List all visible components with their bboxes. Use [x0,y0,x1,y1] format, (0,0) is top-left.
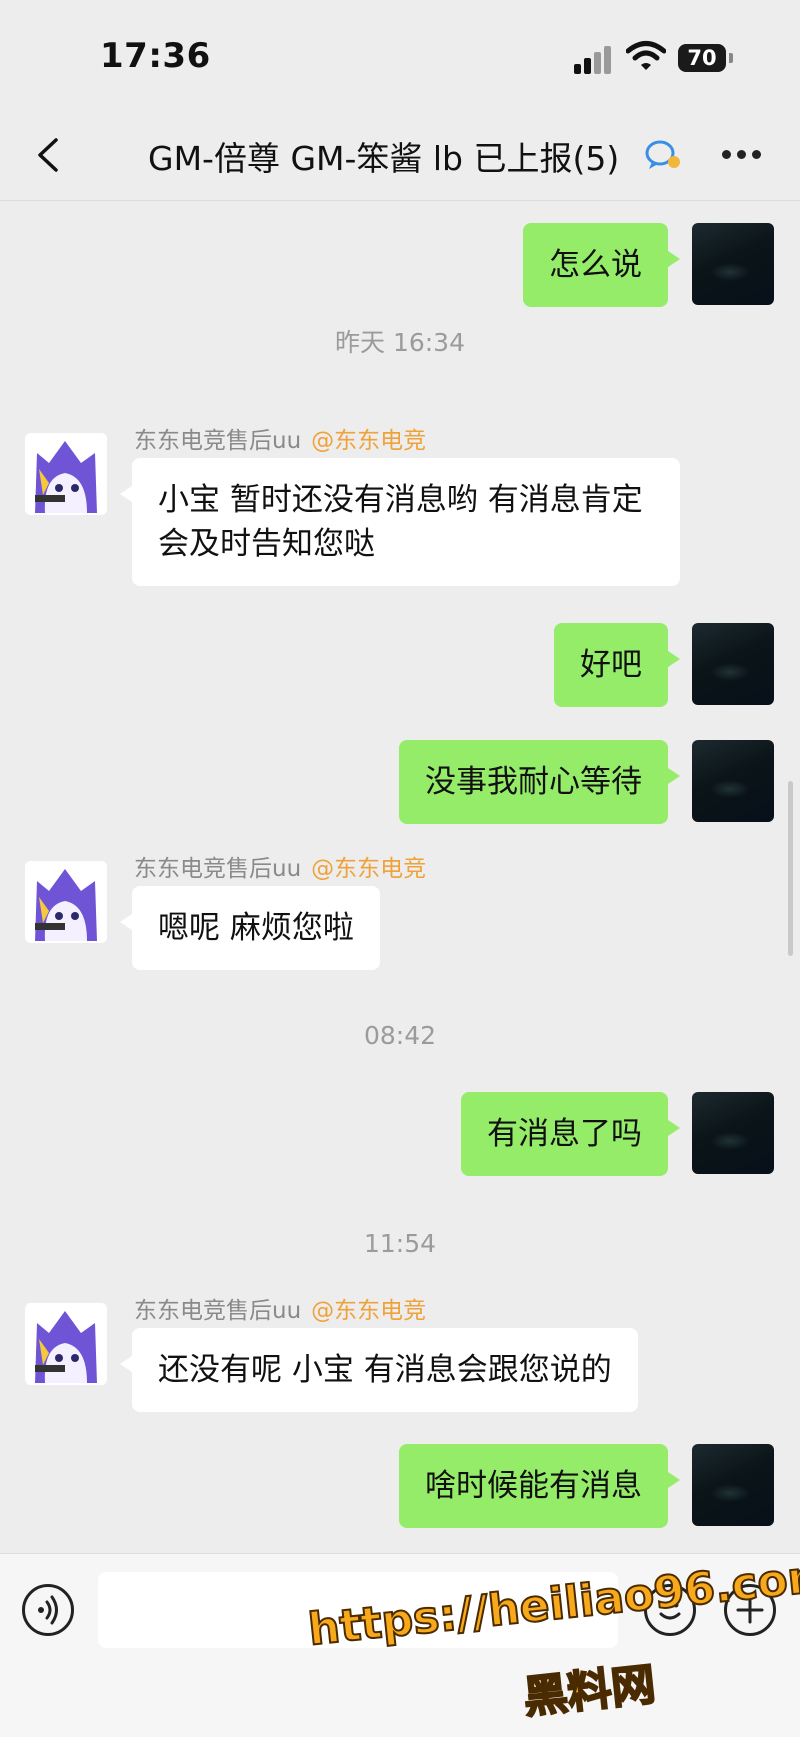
sender-avatar[interactable] [25,433,107,515]
timestamp: 08:42 [363,1021,437,1050]
wifi-icon [626,41,666,70]
sender-name: 东东电竞售后uu [134,1298,302,1324]
sender-name: 东东电竞售后uu [134,428,302,454]
message-bubble-other[interactable]: 嗯呢 麻烦您啦 [120,886,380,970]
sender-avatar[interactable] [25,861,107,943]
sender-name-line: 东东电竞售后uu @东东电竞 [134,849,426,883]
cat-hood-avatar-icon [25,433,107,515]
sender-tag: @东东电竞 [311,856,427,882]
sender-tag: @东东电竞 [311,428,427,454]
scrollbar[interactable] [788,781,793,956]
battery-tip [729,53,733,63]
message-row: 好吧 [0,623,800,707]
timestamp: 11:54 [363,1229,437,1258]
my-avatar[interactable] [692,223,774,305]
my-avatar[interactable] [692,740,774,822]
message-bubble-self[interactable]: 好吧 [554,623,680,707]
message-row: 东东电竞售后uu @东东电竞 嗯呢 麻烦您啦 [0,849,800,970]
cat-hood-avatar-icon [25,861,107,943]
message-row: 东东电竞售后uu @东东电竞 还没有呢 小宝 有消息会跟您说的 [0,1291,800,1412]
sender-avatar[interactable] [25,1303,107,1385]
message-row: 有消息了吗 [0,1092,800,1176]
message-bubble-self[interactable]: 没事我耐心等待 [399,740,680,824]
voice-wave-icon [38,1595,58,1625]
group-chat-badge-icon [645,140,680,169]
message-bubble-self[interactable]: 怎么说 [523,223,680,307]
chat-title: GM-倍尊 GM-笨酱 lb 已上报(5) [148,139,620,178]
my-avatar[interactable] [692,1444,774,1526]
status-time: 17:36 [100,36,211,76]
sender-name-line: 东东电竞售后uu @东东电竞 [134,421,426,455]
battery-icon: 70 [678,44,726,72]
sender-name: 东东电竞售后uu [134,856,302,882]
cellular-signal-icon [574,44,614,74]
message-row: 怎么说 [0,223,800,307]
message-bubble-self[interactable]: 有消息了吗 [461,1092,680,1176]
message-bubble-other[interactable]: 还没有呢 小宝 有消息会跟您说的 [120,1328,638,1412]
voice-input-button[interactable] [22,1584,74,1636]
nav-bar: GM-倍尊 GM-笨酱 lb 已上报(5) [0,110,800,201]
message-row: 没事我耐心等待 [0,740,800,824]
my-avatar[interactable] [692,1092,774,1174]
more-options-icon[interactable] [722,150,762,162]
cat-hood-avatar-icon [25,1303,107,1385]
status-bar: 17:36 70 [0,0,800,110]
chat-message-list[interactable]: 怎么说 昨天 16:34 东东电竞售后uu @东东电竞 小宝 暂时还没有消息哟 有… [0,201,800,1553]
sender-name-line: 东东电竞售后uu @东东电竞 [134,1291,426,1325]
message-bubble-other[interactable]: 小宝 暂时还没有消息哟 有消息肯定会及时告知您哒 [120,458,680,586]
message-bubble-self[interactable]: 啥时候能有消息 [399,1444,680,1528]
my-avatar[interactable] [692,623,774,705]
message-row: 东东电竞售后uu @东东电竞 小宝 暂时还没有消息哟 有消息肯定会及时告知您哒 [0,421,800,586]
timestamp: 昨天 16:34 [335,328,465,357]
back-arrow-icon[interactable] [28,132,74,178]
message-row: 啥时候能有消息 [0,1444,800,1528]
sender-tag: @东东电竞 [311,1298,427,1324]
